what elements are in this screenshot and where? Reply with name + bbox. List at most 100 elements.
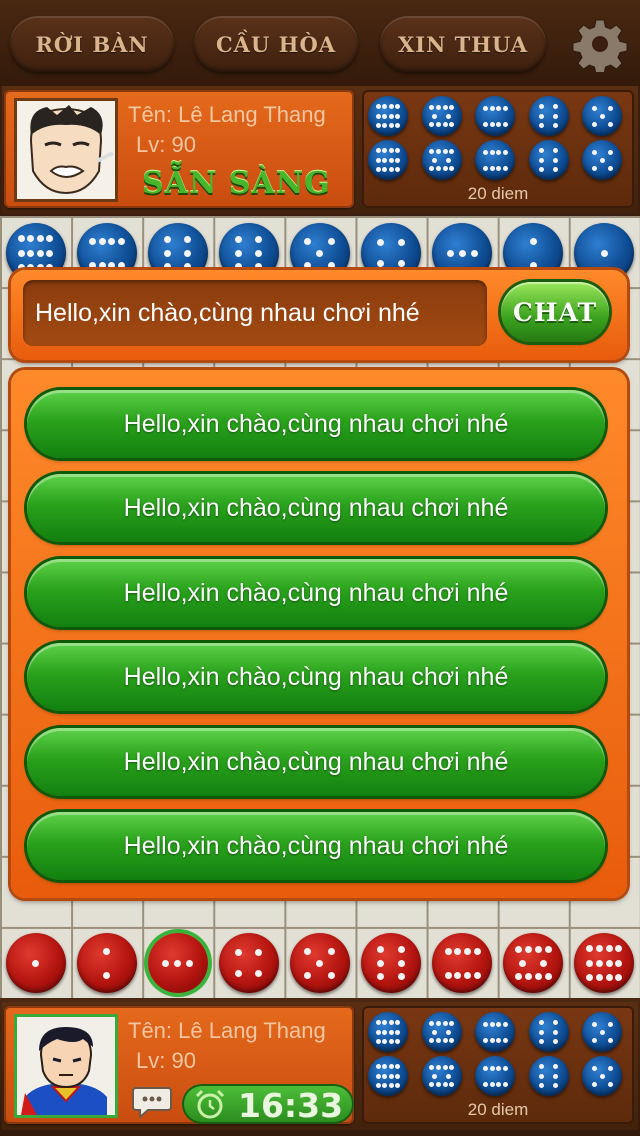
- pip: [255, 949, 263, 957]
- pip: [162, 959, 170, 967]
- pip: [429, 1020, 434, 1026]
- chat-bubble-icon[interactable]: [132, 1084, 172, 1120]
- pip: [184, 235, 192, 243]
- pip: [539, 166, 545, 172]
- quick-message-button[interactable]: Hello,xin chào,cùng nhau chơi nhé: [27, 643, 605, 711]
- board-piece[interactable]: [289, 933, 350, 993]
- board-piece[interactable]: [503, 933, 564, 993]
- pip: [397, 973, 405, 981]
- pip: [397, 259, 405, 267]
- captured-piece: [528, 96, 569, 136]
- pip: [502, 1021, 508, 1027]
- pip: [255, 969, 263, 977]
- pip: [591, 149, 597, 155]
- pip: [539, 104, 545, 110]
- pip: [539, 1029, 545, 1035]
- pip: [388, 103, 394, 109]
- pip: [442, 1020, 448, 1026]
- offer-draw-button[interactable]: CẦU HÒA: [194, 16, 358, 72]
- resign-button[interactable]: XIN THUA: [380, 16, 546, 72]
- pip: [328, 237, 336, 245]
- pip: [98, 261, 106, 269]
- chat-input-panel: Hello,xin chào,cùng nhau chơi nhé CHAT: [11, 270, 627, 360]
- pip: [605, 945, 613, 953]
- captured-piece: [421, 1056, 462, 1096]
- pip: [36, 249, 44, 257]
- pip: [502, 105, 508, 111]
- board-piece[interactable]: [147, 933, 208, 993]
- pip: [118, 237, 126, 245]
- pip: [591, 1037, 597, 1043]
- pip: [539, 1082, 545, 1088]
- pip: [304, 971, 312, 979]
- pip: [535, 972, 543, 980]
- captured-piece: [582, 140, 622, 180]
- pip: [552, 1082, 558, 1088]
- opponent-level: Lv: 90: [136, 132, 196, 157]
- pip: [489, 1021, 495, 1027]
- pip: [496, 1021, 502, 1027]
- pip: [502, 165, 508, 171]
- board-piece[interactable]: [432, 933, 493, 993]
- pip: [514, 972, 522, 980]
- pip: [502, 1037, 508, 1043]
- pip: [395, 1063, 401, 1069]
- pip: [388, 1029, 394, 1035]
- pip: [98, 237, 106, 245]
- pip: [444, 971, 452, 979]
- pip: [586, 945, 594, 953]
- gear-icon[interactable]: [572, 16, 628, 75]
- leave-table-button[interactable]: RỜI BÀN: [10, 16, 174, 72]
- opponent-score: 20 diem: [467, 184, 529, 203]
- alarm-clock-icon: [194, 1088, 226, 1120]
- board-piece[interactable]: [5, 933, 66, 993]
- pip: [382, 1083, 388, 1089]
- opponent-avatar[interactable]: [14, 98, 118, 202]
- pip: [118, 261, 126, 269]
- captured-piece: [368, 96, 408, 136]
- board-piece[interactable]: [574, 933, 635, 993]
- pip: [432, 157, 438, 163]
- opponent-panel: Tên: Lê Lang Thang Lv: 90 SẴN SÀNG 20 di…: [2, 86, 638, 214]
- pip: [442, 104, 448, 110]
- board-piece[interactable]: [361, 933, 421, 993]
- pip: [429, 1064, 434, 1070]
- chat-message-input[interactable]: Hello,xin chào,cùng nhau chơi nhé: [23, 280, 487, 346]
- opponent-captured-pieces: 20 diem: [362, 90, 634, 208]
- pip: [328, 261, 336, 269]
- pip: [89, 237, 97, 245]
- opponent-name: Tên: Lê Lang Thang: [128, 102, 326, 127]
- pip: [375, 1019, 381, 1025]
- pip: [489, 165, 495, 171]
- turn-timer: 16:33: [182, 1084, 354, 1125]
- opponent-card: Tên: Lê Lang Thang Lv: 90 SẴN SÀNG: [4, 90, 354, 208]
- pip: [174, 959, 182, 967]
- player-avatar[interactable]: [14, 1014, 118, 1118]
- pip: [32, 959, 39, 967]
- pip: [304, 237, 312, 245]
- pip: [489, 121, 495, 127]
- quick-message-button[interactable]: Hello,xin chào,cùng nhau chơi nhé: [27, 728, 605, 796]
- board-piece[interactable]: [76, 933, 137, 993]
- chat-send-button[interactable]: CHAT: [501, 282, 609, 342]
- pip: [46, 235, 54, 243]
- pip: [444, 947, 452, 955]
- quick-message-button[interactable]: Hello,xin chào,cùng nhau chơi nhé: [27, 474, 605, 542]
- quick-message-button[interactable]: Hello,xin chào,cùng nhau chơi nhé: [27, 390, 605, 458]
- pip: [552, 113, 558, 119]
- pip: [435, 166, 441, 172]
- pip: [163, 249, 171, 257]
- pip: [539, 148, 545, 154]
- quick-message-button[interactable]: Hello,xin chào,cùng nhau chơi nhé: [27, 812, 605, 880]
- pip: [483, 105, 489, 111]
- pip: [607, 1021, 613, 1027]
- board-piece[interactable]: [218, 933, 279, 993]
- pip: [539, 113, 545, 119]
- captured-piece: [368, 1056, 408, 1096]
- pip: [454, 947, 462, 955]
- quick-message-button[interactable]: Hello,xin chào,cùng nhau chơi nhé: [27, 559, 605, 627]
- pip: [489, 1065, 495, 1071]
- pip: [595, 959, 603, 967]
- pip: [552, 148, 558, 154]
- pip: [382, 1019, 388, 1025]
